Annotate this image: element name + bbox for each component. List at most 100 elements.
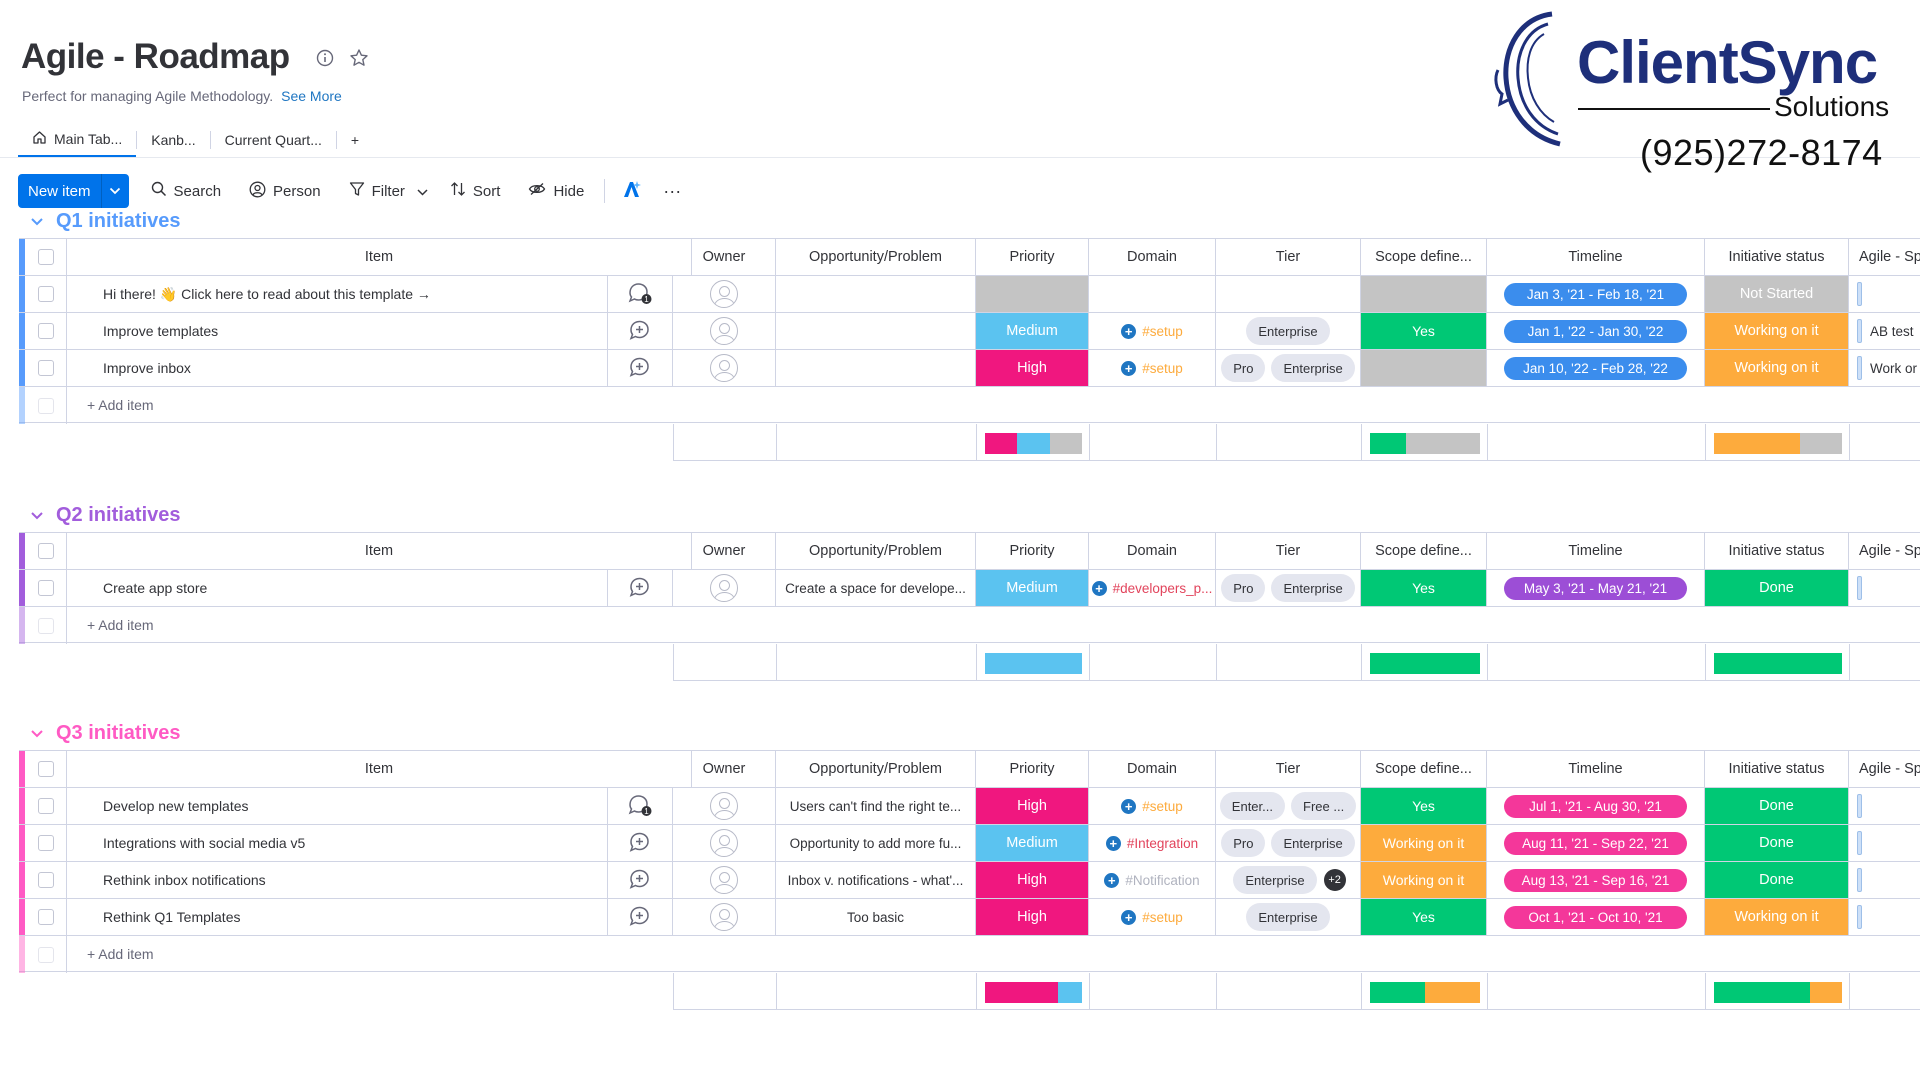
cell-priority[interactable]: Medium (976, 825, 1089, 861)
filter-button[interactable]: Filter (335, 174, 409, 208)
table-row[interactable]: Rethink Q1 Templates Too basic High + #setup… (19, 899, 1920, 936)
update-button[interactable]: 1 (607, 276, 673, 312)
cell-domain[interactable]: + #Integration (1089, 825, 1216, 861)
cell-item[interactable]: Rethink Q1 Templates (67, 899, 626, 935)
item-name[interactable]: Improve templates (103, 323, 218, 339)
column-header-scope[interactable]: Scope define... (1361, 533, 1487, 569)
chevron-down-icon[interactable] (30, 722, 44, 745)
column-header-timeline[interactable]: Timeline (1487, 239, 1705, 275)
timeline-pill[interactable]: Jan 1, '22 - Jan 30, '22 (1504, 319, 1687, 343)
column-header-timeline[interactable]: Timeline (1487, 751, 1705, 787)
cell-timeline[interactable]: Oct 1, '21 - Oct 10, '21 (1487, 899, 1705, 935)
new-item-button[interactable]: New item (18, 174, 129, 208)
group-title[interactable]: Q2 initiatives (56, 504, 181, 527)
board-title[interactable]: Agile - Roadmap (21, 37, 290, 77)
opportunity-text[interactable]: Users can't find the right te... (790, 799, 961, 814)
domain-tag[interactable]: + #developers_p... (1091, 580, 1212, 596)
cell-tier[interactable]: Pro Enterprise (1216, 350, 1361, 386)
cell-owner[interactable] (673, 899, 776, 935)
summary-bar-scope[interactable] (1406, 433, 1480, 454)
row-checkbox[interactable] (37, 360, 54, 376)
cell-tier[interactable]: Pro Enterprise (1216, 825, 1361, 861)
domain-tag[interactable]: + #setup (1121, 360, 1183, 376)
search-button[interactable]: Search (137, 174, 236, 208)
cell-priority[interactable] (976, 276, 1089, 312)
timeline-pill[interactable]: Oct 1, '21 - Oct 10, '21 (1504, 905, 1687, 929)
sort-button[interactable]: Sort (436, 174, 515, 208)
cell-owner[interactable] (673, 313, 776, 349)
item-name[interactable]: Hi there! 👋 Click here to read about thi… (103, 286, 431, 303)
status-label[interactable]: Working on it (1734, 323, 1818, 339)
cell-timeline[interactable]: Jul 1, '21 - Aug 30, '21 (1487, 788, 1705, 824)
add-tag-icon[interactable]: + (1121, 323, 1137, 339)
update-button[interactable] (607, 570, 673, 606)
add-tag-icon[interactable]: + (1104, 872, 1120, 888)
cell-status[interactable]: Done (1705, 570, 1849, 606)
cell-priority[interactable]: High (976, 350, 1089, 386)
table-row[interactable]: Create app store Create a space for devel… (19, 570, 1920, 607)
cell-item[interactable]: Integrations with social media v5 (67, 825, 626, 861)
chevron-down-icon[interactable] (30, 504, 44, 527)
cell-timeline[interactable]: Jan 3, '21 - Feb 18, '21 (1487, 276, 1705, 312)
add-tag-icon[interactable]: + (1105, 835, 1121, 851)
timeline-pill[interactable]: May 3, '21 - May 21, '21 (1504, 576, 1687, 600)
timeline-pill[interactable]: Jan 10, '22 - Feb 28, '22 (1504, 356, 1687, 380)
status-label[interactable]: Working on it (1734, 909, 1818, 925)
cell-item[interactable]: Rethink inbox notifications (67, 862, 626, 898)
cell-domain[interactable]: + #setup (1089, 788, 1216, 824)
column-header-owner[interactable]: Owner (673, 239, 776, 275)
cell-item[interactable]: Improve inbox (67, 350, 626, 386)
cell-item[interactable]: Develop new templates (67, 788, 626, 824)
group-title[interactable]: Q1 initiatives (56, 210, 181, 233)
see-more-link[interactable]: See More (281, 88, 342, 104)
cell-agile[interactable] (1849, 276, 1920, 312)
select-all-checkbox[interactable] (37, 761, 54, 777)
filter-dropdown[interactable] (409, 174, 436, 208)
owner-avatar-icon[interactable] (710, 829, 738, 857)
item-name[interactable]: Integrations with social media v5 (103, 835, 305, 851)
cell-domain[interactable] (1089, 276, 1216, 312)
summary-bar-status[interactable] (1714, 433, 1800, 454)
item-name[interactable]: Improve inbox (103, 360, 191, 376)
status-label[interactable]: Done (1759, 835, 1794, 851)
item-name[interactable]: Rethink Q1 Templates (103, 909, 240, 925)
cell-timeline[interactable]: Aug 13, '21 - Sep 16, '21 (1487, 862, 1705, 898)
column-header-agile[interactable]: Agile - Sp (1849, 533, 1920, 569)
summary-bar-priority[interactable] (1057, 982, 1082, 1003)
column-header-domain[interactable]: Domain (1089, 533, 1216, 569)
priority-label[interactable]: High (1017, 872, 1047, 888)
column-header-item[interactable]: Item (67, 239, 692, 275)
cell-timeline[interactable]: May 3, '21 - May 21, '21 (1487, 570, 1705, 606)
summary-bar-scope[interactable] (1370, 653, 1480, 674)
agile-text[interactable]: Work or (1870, 361, 1917, 376)
star-icon[interactable] (348, 47, 370, 69)
person-filter-button[interactable]: Person (235, 174, 335, 208)
group-title[interactable]: Q3 initiatives (56, 722, 181, 745)
cell-opportunity[interactable]: Create a space for develope... (776, 570, 976, 606)
cell-owner[interactable] (673, 862, 776, 898)
cell-agile[interactable] (1849, 862, 1920, 898)
add-item-row[interactable]: + Add item (19, 387, 1920, 424)
cell-owner[interactable] (673, 276, 776, 312)
add-item-link[interactable]: + Add item (87, 397, 154, 413)
cell-priority[interactable]: Medium (976, 570, 1089, 606)
cell-agile[interactable] (1849, 570, 1920, 606)
priority-label[interactable]: High (1017, 909, 1047, 925)
info-icon[interactable] (314, 47, 336, 69)
cell-domain[interactable]: + #Notification (1089, 862, 1216, 898)
scope-label[interactable]: Yes (1412, 909, 1435, 925)
column-header-tier[interactable]: Tier (1216, 533, 1361, 569)
cell-scope[interactable]: Working on it (1361, 862, 1487, 898)
scope-label[interactable]: Yes (1412, 580, 1435, 596)
cell-domain[interactable]: + #setup (1089, 350, 1216, 386)
cell-domain[interactable]: + #setup (1089, 313, 1216, 349)
select-all-checkbox[interactable] (37, 543, 54, 559)
column-header-agile[interactable]: Agile - Sp (1849, 751, 1920, 787)
add-tag-icon[interactable]: + (1091, 580, 1107, 596)
status-label[interactable]: Done (1759, 798, 1794, 814)
summary-bar-status[interactable] (1714, 653, 1842, 674)
column-header-priority[interactable]: Priority (976, 533, 1089, 569)
cell-owner[interactable] (673, 350, 776, 386)
add-view-button[interactable]: + (337, 122, 373, 158)
cell-opportunity[interactable]: Too basic (776, 899, 976, 935)
